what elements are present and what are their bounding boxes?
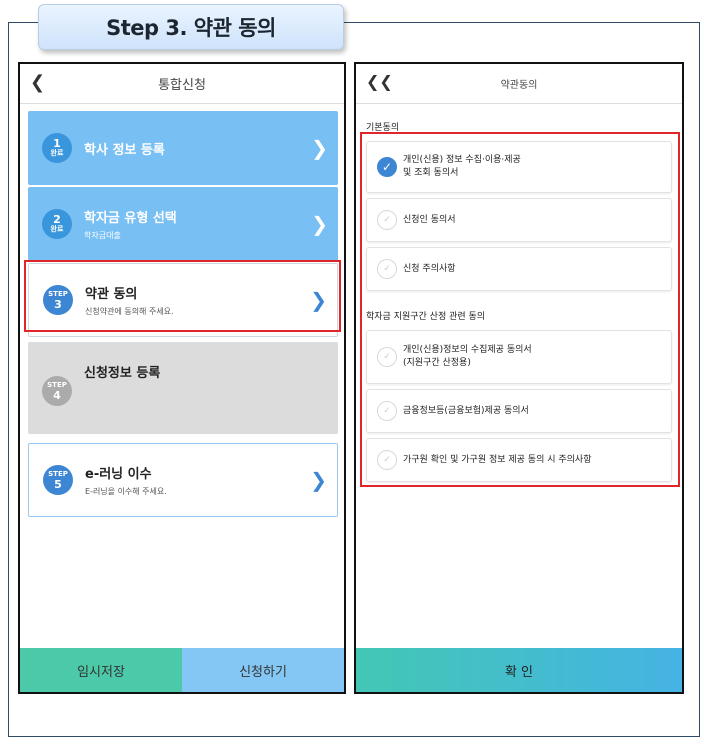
right-header: ❮❮ 약관동의 xyxy=(356,64,682,104)
agree-item-support-tier-consent[interactable]: ✓ 개인(신용)정보의 수집제공 동의서 (지원구간 산정용) xyxy=(366,330,672,384)
phone-integrated-application: ❮ 통합신청 1 완료 학사 정보 등록 ❯ 2 완료 학자금 유형 선택 학자… xyxy=(18,62,346,694)
left-header: ❮ 통합신청 xyxy=(20,64,344,104)
section-basic-agreement-title: 기본동의 xyxy=(366,123,400,133)
step-card-1[interactable]: 1 완료 학사 정보 등록 ❯ xyxy=(28,111,338,185)
step-banner: Step 3. 약관 동의 xyxy=(38,4,344,50)
double-chevron-left-icon[interactable]: ❮❮ xyxy=(366,72,393,91)
chevron-right-icon: ❯ xyxy=(310,288,327,312)
agree-item-text: 신청인 동의서 xyxy=(403,214,456,225)
step-2-title: 학자금 유형 선택 xyxy=(84,211,177,226)
apply-button[interactable]: 신청하기 xyxy=(182,648,344,692)
agree-item-applicant[interactable]: ✓ 신청인 동의서 xyxy=(366,198,672,242)
step-4-badge: STEP 4 xyxy=(42,376,72,406)
checkmark-icon[interactable]: ✓ xyxy=(377,401,397,421)
agree-item-financial-info[interactable]: ✓ 금융정보등(금융보험)제공 동의서 xyxy=(366,389,672,433)
agree-item-text: (지원구간 산정용) xyxy=(403,358,471,368)
chevron-right-icon: ❯ xyxy=(311,136,328,160)
agree-item-text: 개인(신용)정보의 수집제공 동의서 xyxy=(403,345,532,355)
step-3-subtitle: 신청약관에 동의해 주세요. xyxy=(85,307,174,316)
step-3-badge: STEP 3 xyxy=(43,285,73,315)
step-4-title: 신청정보 등록 xyxy=(84,366,161,381)
checkmark-icon[interactable]: ✓ xyxy=(377,347,397,367)
step-3-title: 약관 동의 xyxy=(85,287,138,302)
step-2-subtitle: 학자금대출 xyxy=(84,231,121,240)
agree-item-text: 신청 주의사항 xyxy=(403,263,456,274)
left-header-title: 통합신청 xyxy=(158,78,206,93)
agree-item-personal-credit[interactable]: ✓ 개인(신용) 정보 수집·이용·제공 및 조회 동의서 xyxy=(366,141,672,193)
checkmark-icon[interactable]: ✓ xyxy=(377,157,397,177)
step-1-badge: 1 완료 xyxy=(42,133,72,163)
phone-terms-agreement: ❮❮ 약관동의 기본동의 ✓ 개인(신용) 정보 수집·이용·제공 및 조회 동… xyxy=(354,62,684,694)
step-2-badge: 2 완료 xyxy=(42,209,72,239)
step-card-5[interactable]: STEP 5 e-러닝 이수 E-러닝을 이수해 주세요. ❯ xyxy=(28,443,338,517)
step-5-title: e-러닝 이수 xyxy=(85,467,152,482)
checkmark-icon[interactable]: ✓ xyxy=(377,450,397,470)
step-card-2[interactable]: 2 완료 학자금 유형 선택 학자금대출 ❯ xyxy=(28,187,338,261)
section-support-tier-title: 학자금 지원구간 산정 관련 동의 xyxy=(366,312,486,322)
agree-item-text: 및 조회 동의서 xyxy=(403,168,459,178)
step-card-4: STEP 4 신청정보 등록 xyxy=(28,342,338,434)
step-card-3[interactable]: STEP 3 약관 동의 신청약관에 동의해 주세요. ❯ xyxy=(28,263,338,337)
chevron-left-icon[interactable]: ❮ xyxy=(30,72,45,93)
chevron-right-icon: ❯ xyxy=(310,468,327,492)
temp-save-button[interactable]: 임시저장 xyxy=(20,648,182,692)
right-header-title: 약관동의 xyxy=(500,80,538,91)
step-5-badge: STEP 5 xyxy=(43,465,73,495)
agree-item-caution[interactable]: ✓ 신청 주의사항 xyxy=(366,247,672,291)
agree-item-text: 금융정보등(금융보험)제공 동의서 xyxy=(403,405,529,416)
step-5-subtitle: E-러닝을 이수해 주세요. xyxy=(85,487,167,496)
checkmark-icon[interactable]: ✓ xyxy=(377,259,397,279)
agree-item-text: 가구원 확인 및 가구원 정보 제공 동의 시 주의사항 xyxy=(403,454,592,465)
step-1-title: 학사 정보 등록 xyxy=(84,142,165,158)
agree-item-text: 개인(신용) 정보 수집·이용·제공 xyxy=(403,155,521,165)
left-bottom-bar: 임시저장 신청하기 xyxy=(20,648,344,692)
right-bottom-bar: 확 인 xyxy=(356,648,682,692)
checkmark-icon[interactable]: ✓ xyxy=(377,210,397,230)
chevron-right-icon: ❯ xyxy=(311,212,328,236)
confirm-button[interactable]: 확 인 xyxy=(356,648,682,692)
agree-item-household[interactable]: ✓ 가구원 확인 및 가구원 정보 제공 동의 시 주의사항 xyxy=(366,438,672,482)
